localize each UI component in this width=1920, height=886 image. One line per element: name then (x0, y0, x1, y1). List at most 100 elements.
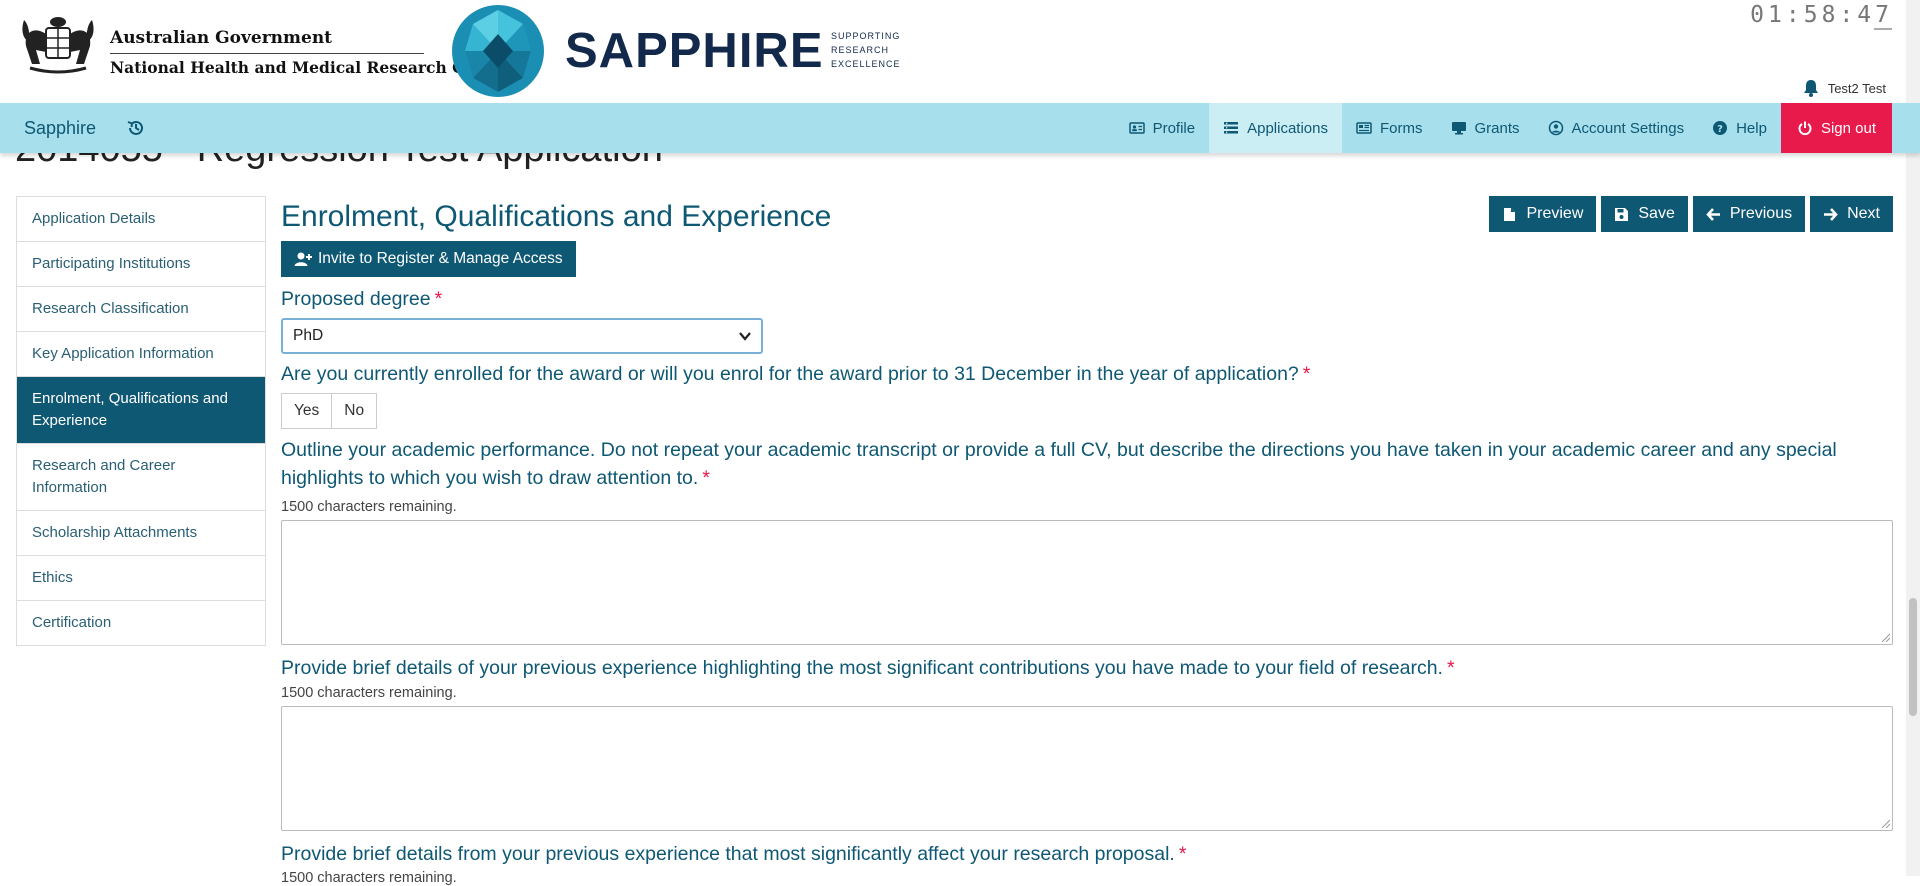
char-counter: 1500 characters remaining. (281, 499, 457, 515)
nav-menu: Profile Applications Forms Grants Accoun… (1115, 103, 1892, 153)
nav-account-settings[interactable]: Account Settings (1534, 103, 1699, 153)
next-button[interactable]: Next (1810, 196, 1893, 232)
previous-button[interactable]: Previous (1692, 196, 1806, 232)
sidebar-item-research-career[interactable]: Research and Career Information (17, 444, 265, 511)
main-navbar: Sapphire Profile Applications Forms Gran… (0, 103, 1920, 153)
enrolled-toggle: Yes No (281, 393, 378, 429)
save-label: Save (1638, 205, 1675, 222)
arrow-right-icon (1824, 207, 1838, 221)
yes-option[interactable]: Yes (282, 394, 331, 428)
enrolled-question-label: Are you currently enrolled for the award… (281, 360, 1310, 388)
required-marker: * (702, 467, 710, 489)
resize-grip-icon[interactable] (1880, 632, 1890, 642)
sapphire-tagline: SUPPORTING RESEARCH EXCELLENCE (831, 29, 901, 71)
timer-digit: 7 (1874, 2, 1892, 30)
newspaper-icon (1356, 122, 1372, 134)
nav-help[interactable]: ? Help (1698, 103, 1781, 153)
bell-icon[interactable] (1802, 79, 1820, 97)
power-icon (1798, 121, 1812, 136)
chevron-down-icon (739, 332, 751, 341)
floppy-disk-icon (1615, 207, 1629, 221)
nav-label: Applications (1247, 119, 1328, 137)
file-icon (1504, 207, 1516, 221)
nav-applications[interactable]: Applications (1209, 103, 1342, 153)
timer-separator: : (1785, 2, 1802, 28)
history-icon[interactable] (126, 118, 146, 138)
scrollbar-thumb[interactable] (1909, 598, 1917, 716)
academic-performance-textarea[interactable] (281, 520, 1893, 645)
user-circle-icon (1548, 120, 1563, 136)
next-label: Next (1847, 205, 1880, 222)
timer-digit: 4 (1857, 2, 1874, 28)
no-option[interactable]: No (331, 394, 376, 428)
tagline-line: EXCELLENCE (831, 59, 901, 69)
sidebar-item-participating-institutions[interactable]: Participating Institutions (17, 242, 265, 287)
label-text: Outline your academic performance. Do no… (281, 439, 1837, 489)
nav-forms[interactable]: Forms (1342, 103, 1437, 153)
academic-performance-label: Outline your academic performance. Do no… (281, 436, 1893, 492)
nav-profile[interactable]: Profile (1115, 103, 1210, 153)
id-card-icon (1128, 122, 1145, 134)
nav-label: Forms (1380, 119, 1423, 137)
required-marker: * (434, 288, 443, 310)
invite-register-button[interactable]: Invite to Register & Manage Access (281, 241, 576, 277)
label-text: Provide brief details from your previous… (281, 843, 1175, 865)
sidebar-item-enrolment-qualifications[interactable]: Enrolment, Qualifications and Experience (17, 377, 265, 444)
char-counter: 1500 characters remaining. (281, 685, 457, 701)
preview-button[interactable]: Preview (1489, 196, 1597, 232)
required-marker: * (1446, 657, 1455, 679)
timer-digit: 8 (1821, 2, 1838, 28)
selected-value: PhD (293, 327, 324, 344)
divider (110, 53, 424, 54)
tagline-line: SUPPORTING (831, 31, 901, 41)
required-marker: * (1302, 363, 1311, 385)
tagline-line: RESEARCH (831, 45, 890, 55)
user-menu[interactable]: Test2 Test (1802, 79, 1886, 97)
proposed-degree-label: Proposed degree * (281, 285, 442, 313)
sidebar-item-certification[interactable]: Certification (17, 601, 265, 645)
sign-out-label: Sign out (1820, 119, 1876, 137)
application-sidebar: Application Details Participating Instit… (16, 196, 266, 646)
list-icon (1224, 122, 1239, 134)
question-circle-icon: ? (1713, 121, 1728, 135)
user-plus-icon (294, 252, 312, 266)
previous-experience-label: Provide brief details of your previous e… (281, 654, 1455, 682)
session-timer: 01:58:47 (1749, 2, 1892, 30)
invite-label: Invite to Register & Manage Access (318, 250, 563, 267)
form-actions: Preview Save Previous Next (1489, 196, 1893, 232)
nav-label: Profile (1152, 119, 1196, 137)
sidebar-item-application-details[interactable]: Application Details (17, 197, 265, 242)
char-counter: 1500 characters remaining. (281, 870, 457, 886)
proposed-degree-select[interactable]: PhD (281, 318, 763, 354)
monitor-icon (1451, 122, 1466, 135)
sidebar-item-scholarship-attachments[interactable]: Scholarship Attachments (17, 511, 265, 556)
user-name[interactable]: Test2 Test (1828, 81, 1886, 96)
required-marker: * (1178, 843, 1187, 865)
sapphire-gem-logo (452, 5, 544, 97)
gov-name: Australian Government (110, 28, 333, 48)
sidebar-item-key-application-information[interactable]: Key Application Information (17, 332, 265, 377)
nav-label: Grants (1474, 119, 1520, 137)
previous-experience-textarea[interactable] (281, 706, 1893, 831)
nav-label: Help (1736, 119, 1767, 137)
resize-grip-icon[interactable] (1880, 818, 1890, 828)
sidebar-item-ethics[interactable]: Ethics (17, 556, 265, 601)
sign-out-button[interactable]: Sign out (1780, 103, 1892, 153)
preview-label: Preview (1526, 205, 1584, 222)
nav-grants[interactable]: Grants (1437, 103, 1534, 153)
previous-label: Previous (1729, 205, 1793, 222)
brand-link[interactable]: Sapphire (24, 103, 96, 153)
research-proposal-label: Provide brief details from your previous… (281, 840, 1186, 868)
label-text: Proposed degree (281, 288, 431, 310)
save-button[interactable]: Save (1601, 196, 1688, 232)
label-text: Provide brief details of your previous e… (281, 657, 1443, 679)
label-text: Are you currently enrolled for the award… (281, 363, 1299, 385)
timer-digit: 0 (1750, 2, 1766, 28)
coat-of-arms-icon (22, 17, 94, 74)
header-banner: Australian Government National Health an… (0, 0, 1920, 103)
section-title: Enrolment, Qualifications and Experience (281, 200, 832, 233)
sidebar-item-research-classification[interactable]: Research Classification (17, 287, 265, 332)
timer-digit: 1 (1767, 2, 1784, 28)
arrow-left-icon (1706, 207, 1720, 221)
government-logo: Australian Government National Health an… (10, 10, 519, 82)
